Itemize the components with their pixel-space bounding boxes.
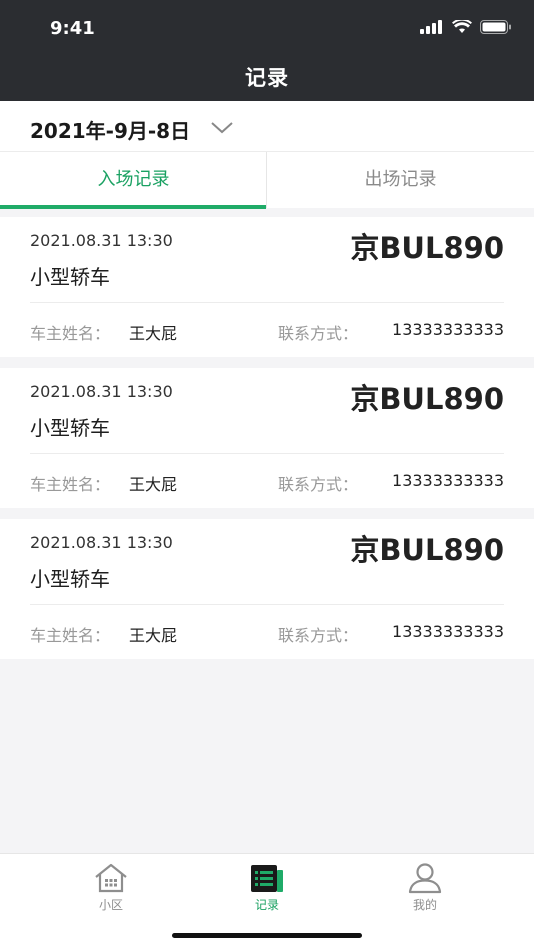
phone-number[interactable]: 13333333333	[392, 622, 504, 641]
tabbar-label: 我的	[412, 898, 437, 912]
divider	[30, 604, 504, 605]
plate-number: 京BUL890	[350, 533, 504, 567]
owner-label: 车主姓名：	[30, 626, 111, 645]
status-time: 9:41	[50, 18, 95, 39]
phone-number[interactable]: 13333333333	[392, 471, 504, 490]
owner-name: 王大屁	[129, 626, 178, 645]
tabbar-item-records[interactable]: 记录	[227, 862, 307, 913]
tabbar-item-profile[interactable]: 我的	[385, 862, 465, 913]
date-selector[interactable]: 2021年-9月-8日	[0, 101, 534, 151]
vehicle-type: 小型轿车	[30, 416, 110, 440]
wifi-icon	[452, 20, 472, 33]
tab-exit-records[interactable]: 出场记录	[267, 152, 534, 208]
vehicle-type: 小型轿车	[30, 265, 110, 289]
plate-number: 京BUL890	[350, 231, 504, 265]
divider	[30, 302, 504, 303]
record-card[interactable]: 2021.08.31 13:30 京BUL890 小型轿车 车主姓名： 王大屁 …	[0, 217, 534, 357]
record-time: 2021.08.31 13:30	[30, 231, 173, 250]
records-icon	[251, 865, 283, 892]
owner-name: 王大屁	[129, 324, 178, 343]
home-indicator	[172, 933, 362, 938]
date-value: 2021年-9月-8日	[30, 119, 191, 143]
record-tabs: 入场记录 出场记录	[0, 151, 534, 208]
tabbar-label: 小区	[98, 898, 123, 912]
battery-icon	[480, 20, 511, 34]
page-title: 记录	[245, 66, 289, 90]
record-card[interactable]: 2021.08.31 13:30 京BUL890 小型轿车 车主姓名： 王大屁 …	[0, 368, 534, 508]
vehicle-type: 小型轿车	[30, 567, 110, 591]
plate-number: 京BUL890	[350, 382, 504, 416]
chevron-down-icon	[211, 122, 233, 134]
tabbar-label: 记录	[254, 898, 279, 912]
record-time: 2021.08.31 13:30	[30, 533, 173, 552]
owner-label: 车主姓名：	[30, 475, 111, 494]
phone-label: 联系方式：	[278, 324, 359, 343]
owner-label: 车主姓名：	[30, 324, 111, 343]
tabbar-item-community[interactable]: 小区	[71, 862, 151, 913]
divider	[30, 453, 504, 454]
status-icons	[420, 18, 512, 36]
phone-label: 联系方式：	[278, 626, 359, 645]
active-tab-indicator	[0, 205, 266, 209]
tab-entry-records[interactable]: 入场记录	[0, 152, 267, 208]
signal-icon	[420, 20, 442, 34]
owner-name: 王大屁	[129, 475, 178, 494]
record-card[interactable]: 2021.08.31 13:30 京BUL890 小型轿车 车主姓名： 王大屁 …	[0, 519, 534, 659]
home-icon	[95, 863, 127, 893]
top-bar: 9:41 记录	[0, 0, 534, 101]
phone-number[interactable]: 13333333333	[392, 320, 504, 339]
user-icon	[408, 863, 442, 894]
record-time: 2021.08.31 13:30	[30, 382, 173, 401]
phone-label: 联系方式：	[278, 475, 359, 494]
